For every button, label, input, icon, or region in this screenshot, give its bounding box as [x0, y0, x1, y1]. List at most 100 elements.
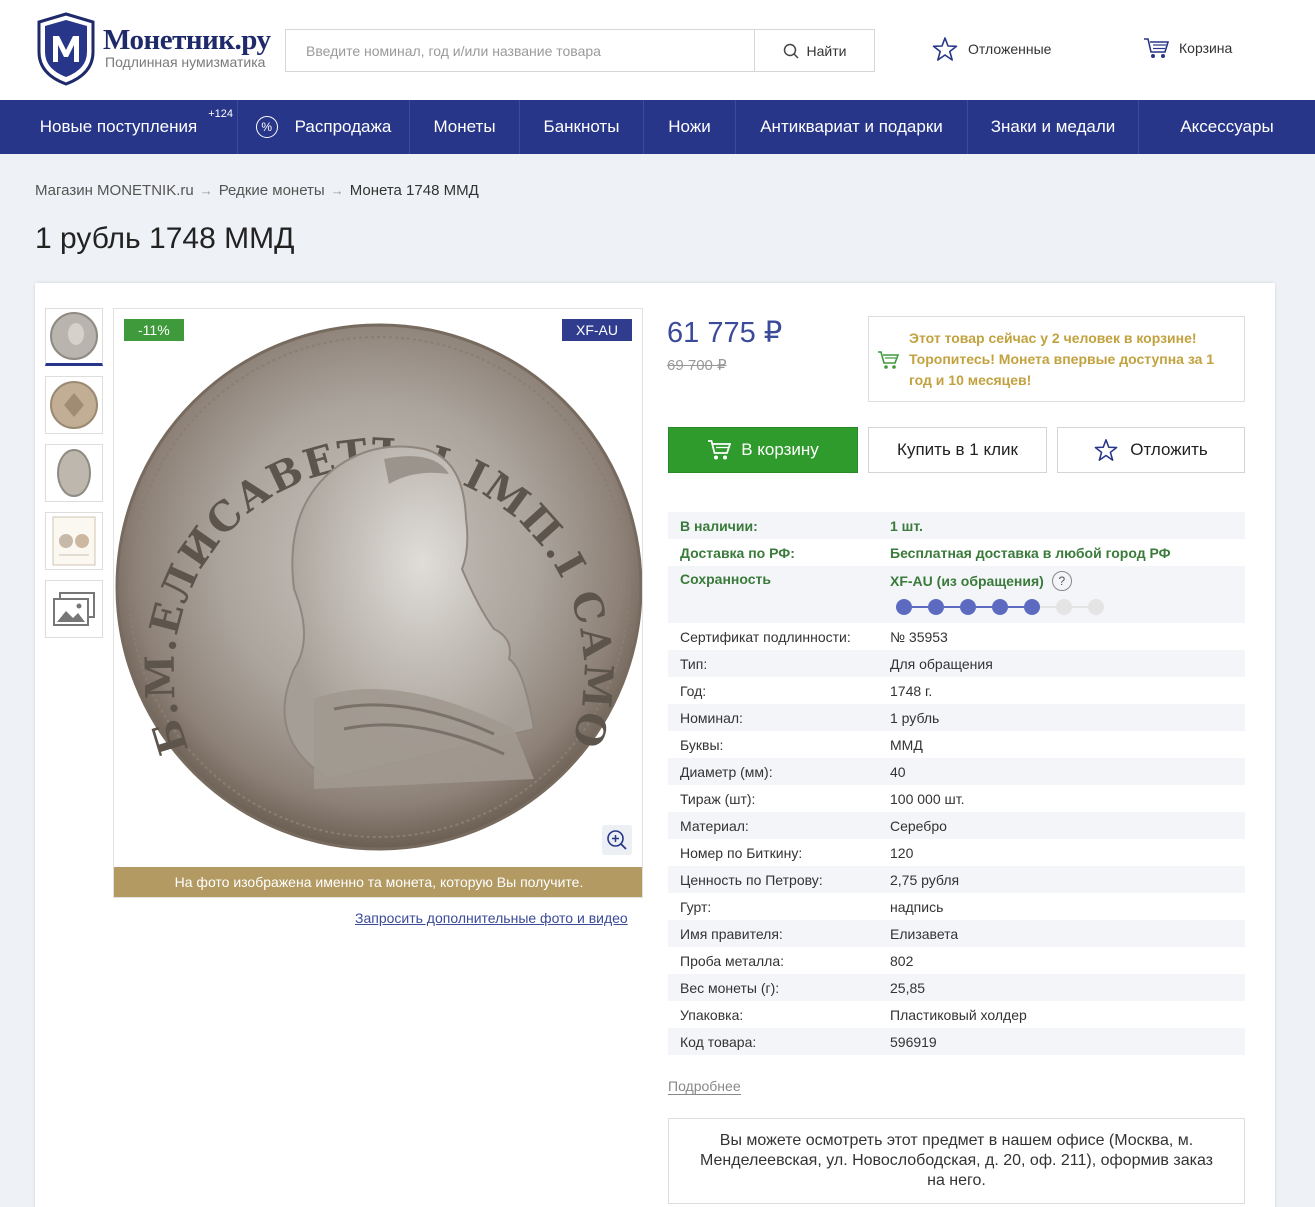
percent-icon: % — [255, 116, 278, 138]
spec-key: Сохранность — [680, 571, 771, 587]
zoom-in-icon — [607, 830, 627, 850]
grade-scale-dot — [928, 599, 944, 615]
nav-item-accessories[interactable]: Аксессуары — [1139, 100, 1315, 154]
spec-key: Буквы: — [680, 736, 724, 753]
header-cart-label: Корзина — [1179, 40, 1233, 56]
spec-key: Год: — [680, 682, 707, 699]
spec-value: Серебро — [890, 817, 947, 834]
grade-scale-dot — [896, 599, 912, 615]
condition-value: XF-AU (из обращения) — [890, 573, 1044, 589]
defer-button[interactable]: Отложить — [1057, 427, 1245, 473]
promo-text: Этот товар сейчас у 2 человек в корзине!… — [909, 330, 1215, 388]
spec-key: Номинал: — [680, 709, 743, 726]
spec-row: Номер по Биткину: 120 — [668, 839, 1245, 866]
page-title: 1 рубль 1748 ММД — [35, 222, 295, 255]
spec-table: В наличии: 1 шт. Доставка по РФ: Бесплат… — [668, 512, 1245, 1055]
search-icon — [783, 43, 799, 59]
spec-value: Для обращения — [890, 655, 993, 672]
spec-key: В наличии: — [680, 517, 758, 534]
thumbnail-more-media[interactable] — [45, 580, 103, 638]
nav-item-coins[interactable]: Монеты — [410, 100, 520, 154]
spec-key: Гурт: — [680, 898, 712, 915]
nav-item-banknotes[interactable]: Банкноты — [520, 100, 644, 154]
thumbnail-obverse[interactable] — [45, 308, 103, 366]
grade-scale-connector — [1040, 606, 1056, 608]
current-price: 61 775 ₽ — [667, 317, 783, 349]
nav-item-antiques[interactable]: Антиквариат и подарки — [736, 100, 968, 154]
promo-notice: Этот товар сейчас у 2 человек в корзине!… — [868, 316, 1245, 402]
coin-obverse-thumb-icon — [50, 312, 98, 360]
header-cart-link[interactable]: Корзина — [1143, 36, 1232, 60]
grade-scale-dot — [1088, 599, 1104, 615]
spec-row: Гурт: надпись — [668, 893, 1245, 920]
main-nav: Новые поступления +124 % Распродажа Моне… — [0, 100, 1315, 154]
product-photo[interactable]: Б.М.ЕЛИСАВЕТЪ I IМП.I САМОД.ВСЕРОС. -11%… — [113, 308, 643, 898]
more-details-link[interactable]: Подробнее — [668, 1078, 741, 1095]
office-note: Вы можете осмотреть этот предмет в нашем… — [668, 1118, 1245, 1204]
spec-row: Год: 1748 г. — [668, 677, 1245, 704]
nav-item-new-arrivals[interactable]: Новые поступления +124 — [0, 100, 238, 154]
grade-scale-dot — [1056, 599, 1072, 615]
spec-row: Буквы: ММД — [668, 731, 1245, 758]
spec-key: Код товара: — [680, 1033, 757, 1050]
nav-item-label: Антиквариат и подарки — [760, 117, 943, 136]
add-to-cart-label: В корзину — [741, 440, 819, 459]
search-button[interactable]: Найти — [754, 30, 874, 71]
header-deferred-label: Отложенные — [968, 41, 1052, 57]
thumbnail-certificate[interactable] — [45, 512, 103, 570]
buy-one-click-button[interactable]: Купить в 1 клик — [868, 427, 1047, 473]
spec-row: Ценность по Петрову: 2,75 рубля — [668, 866, 1245, 893]
thumbnail-edge[interactable] — [45, 444, 103, 502]
grade-scale-connector — [1008, 606, 1024, 608]
cart-promo-icon — [878, 351, 899, 369]
search-bar: Найти — [285, 29, 875, 72]
nav-item-label: Аксессуары — [1180, 117, 1274, 136]
grade-scale-connector — [1072, 606, 1088, 608]
spec-key: Номер по Биткину: — [680, 844, 803, 861]
spec-row-condition: Сохранность XF-AU (из обращения) ? — [668, 566, 1245, 623]
thumbnail-reverse[interactable] — [45, 376, 103, 434]
spec-row: Упаковка: Пластиковый холдер — [668, 1001, 1245, 1028]
photo-caption: На фото изображена именно та монета, кот… — [114, 867, 642, 897]
spec-value: 2,75 рубля — [890, 871, 960, 888]
spec-value: 120 — [890, 844, 914, 861]
coin-photo-image: Б.М.ЕЛИСАВЕТЪ I IМП.I САМОД.ВСЕРОС. — [114, 309, 642, 851]
help-icon[interactable]: ? — [1051, 571, 1072, 591]
nav-item-knives[interactable]: Ножи — [644, 100, 736, 154]
breadcrumb-category-link[interactable]: Редкие монеты — [219, 182, 325, 199]
spec-value: надпись — [890, 898, 944, 915]
breadcrumb-home-link[interactable]: Магазин MONETNIK.ru — [35, 182, 194, 199]
spec-value: 802 — [890, 952, 914, 969]
brand-tagline: Подлинная нумизматика — [105, 54, 266, 70]
grade-badge: XF-AU — [562, 319, 632, 341]
spec-value: 1 шт. — [890, 517, 923, 534]
header-deferred-link[interactable]: Отложенные — [932, 36, 1051, 62]
add-to-cart-button[interactable]: В корзину — [668, 427, 858, 473]
site-logo[interactable]: Монетник.ру Подлинная нумизматика — [35, 12, 275, 88]
grade-scale-connector — [976, 606, 992, 608]
star-icon — [932, 37, 958, 61]
spec-row: Тираж (шт): 100 000 шт. — [668, 785, 1245, 812]
spec-row: Материал: Серебро — [668, 812, 1245, 839]
spec-row: Номинал: 1 рубль — [668, 704, 1245, 731]
coin-edge-thumb-icon — [57, 449, 91, 497]
breadcrumb-current: Монета 1748 ММД — [349, 182, 479, 199]
product-card: Б.М.ЕЛИСАВЕТЪ I IМП.I САМОД.ВСЕРОС. -11%… — [35, 283, 1275, 1207]
spec-key: Сертификат подлинности: — [680, 628, 851, 645]
spec-row: Имя правителя: Елизавета — [668, 920, 1245, 947]
spec-rows: Сертификат подлинности: № 35953 Тип: Для об… — [668, 623, 1245, 1055]
spec-key: Имя правителя: — [680, 925, 783, 942]
zoom-button[interactable] — [602, 825, 632, 855]
spec-value: 100 000 шт. — [890, 790, 965, 807]
spec-value: XF-AU (из обращения) ? — [890, 571, 1072, 591]
request-media-link[interactable]: Запросить дополнительные фото и видео — [355, 910, 628, 926]
spec-row: Проба металла: 802 — [668, 947, 1245, 974]
spec-value: ММД — [890, 736, 923, 753]
search-input[interactable] — [286, 30, 754, 71]
cart-icon — [1144, 38, 1169, 58]
nav-item-label: Монеты — [433, 117, 496, 136]
nav-item-sale[interactable]: % Распродажа — [238, 100, 410, 154]
spec-key: Упаковка: — [680, 1006, 744, 1023]
nav-item-medals[interactable]: Знаки и медали — [968, 100, 1139, 154]
spec-row: Код товара: 596919 — [668, 1028, 1245, 1055]
